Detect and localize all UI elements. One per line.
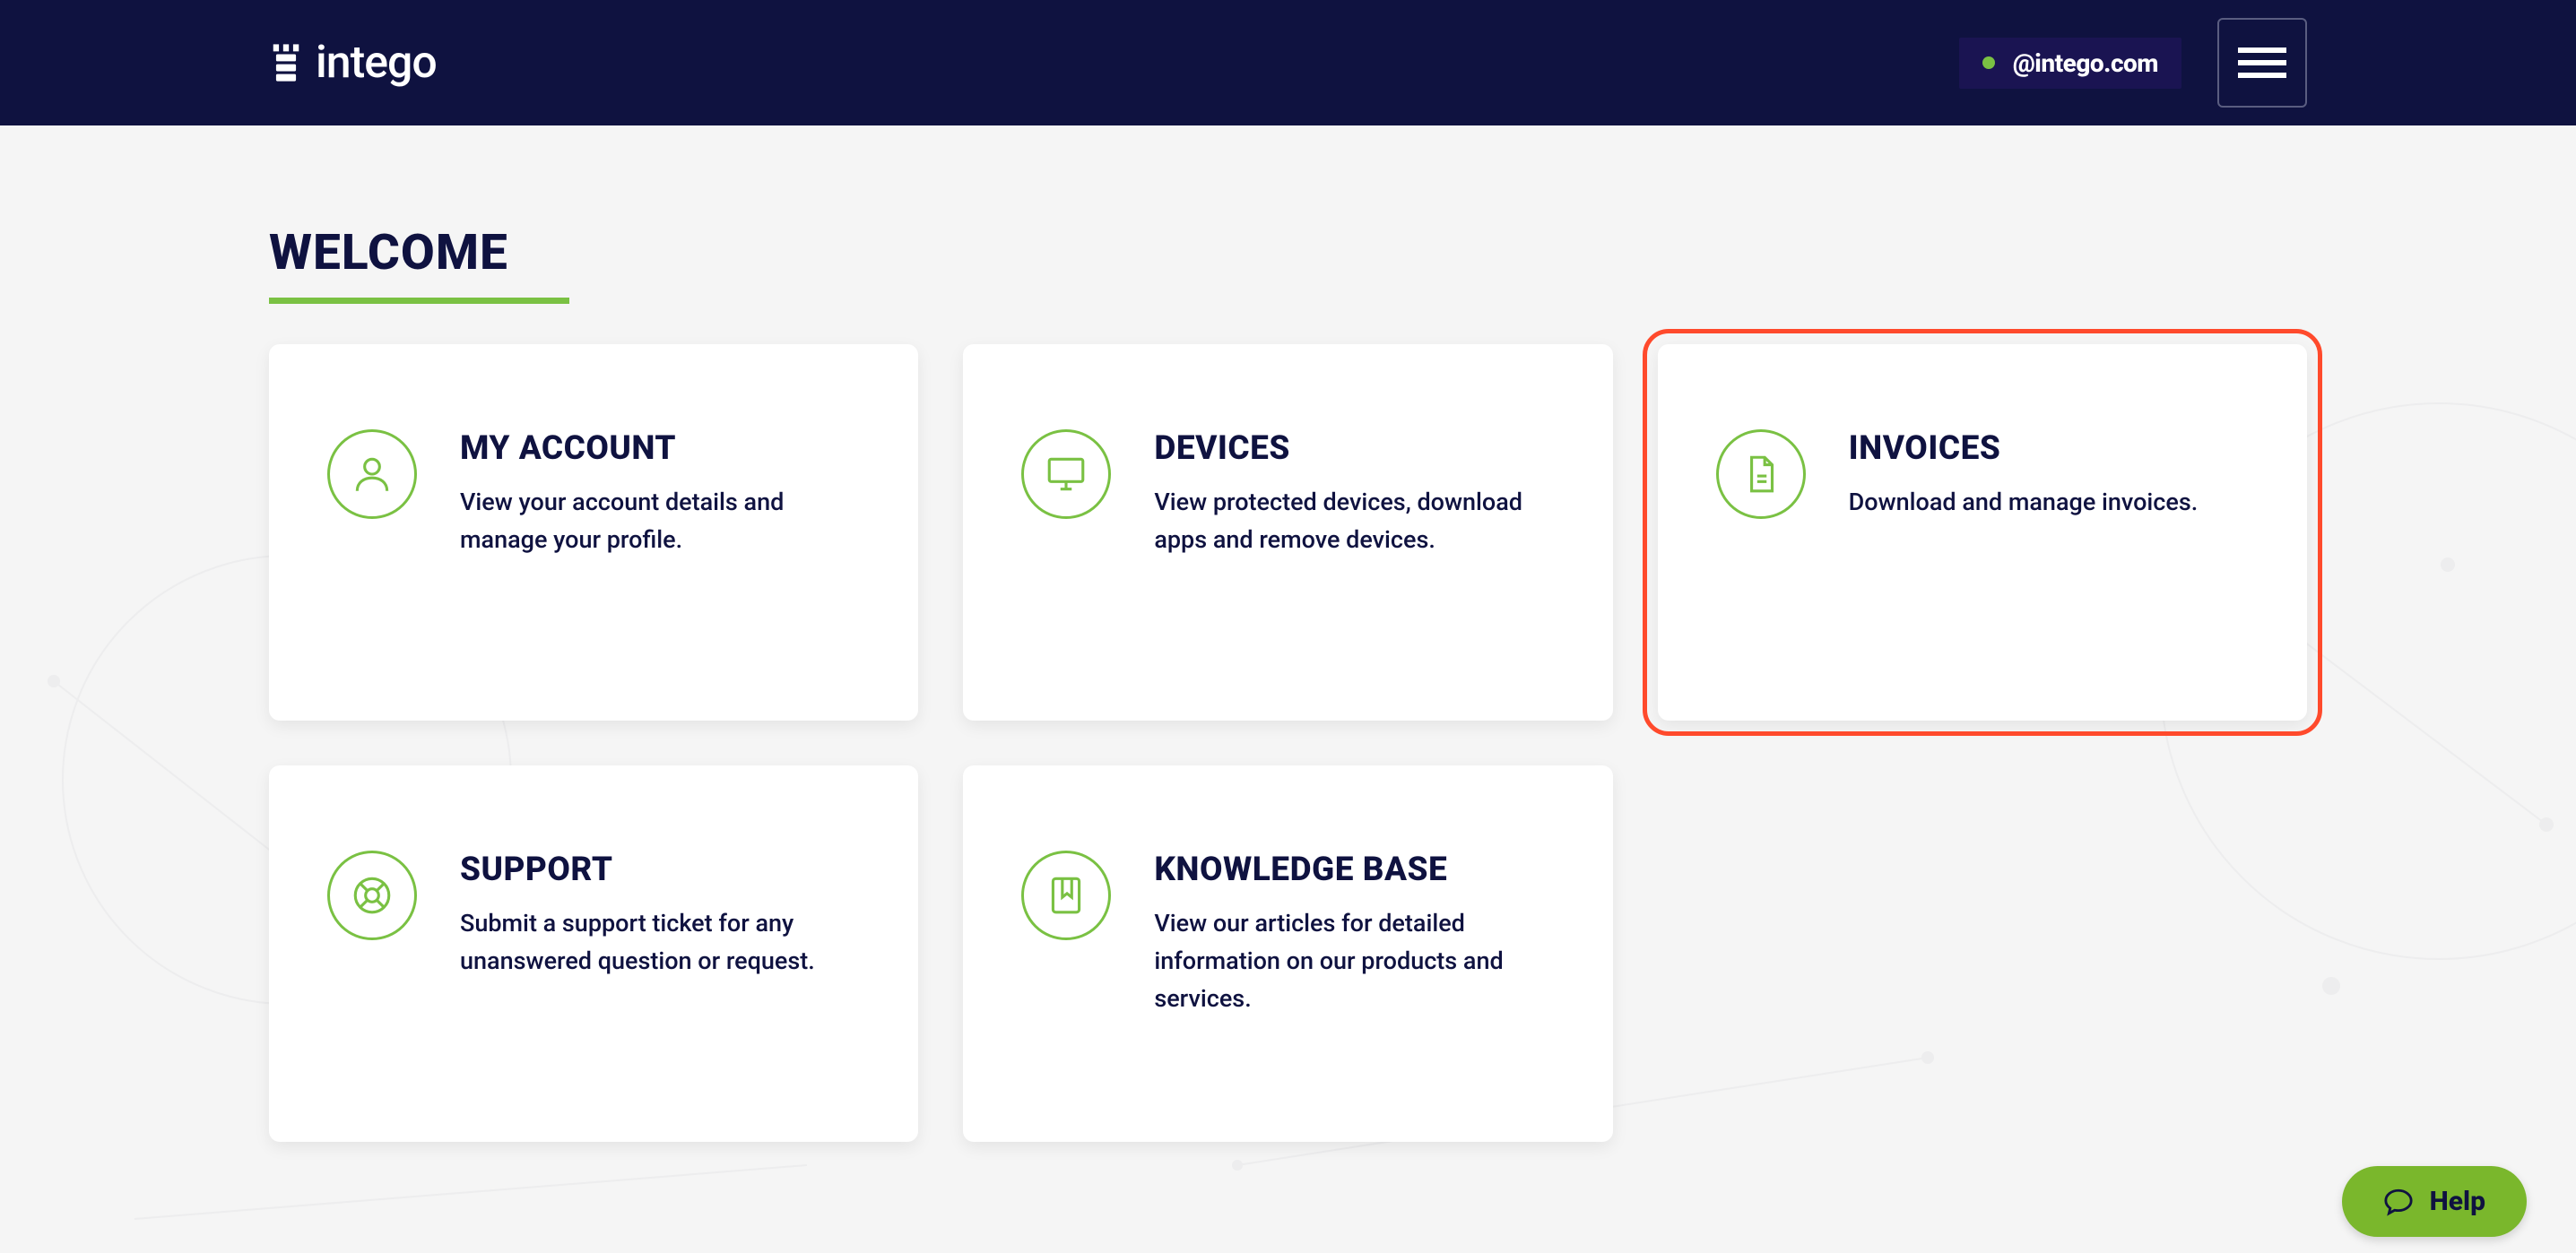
card-invoices[interactable]: INVOICES Download and manage invoices. bbox=[1658, 344, 2307, 721]
card-description: Submit a support ticket for any unanswer… bbox=[460, 905, 860, 981]
user-account-button[interactable]: @intego.com bbox=[1959, 38, 2181, 89]
brand-logo[interactable]: intego bbox=[269, 37, 437, 89]
card-description: Download and manage invoices. bbox=[1849, 484, 2199, 522]
card-description: View protected devices, download apps an… bbox=[1154, 484, 1554, 559]
intego-rook-icon bbox=[269, 41, 303, 84]
book-icon bbox=[1021, 851, 1111, 940]
user-icon bbox=[327, 429, 417, 519]
card-description: View your account details and manage you… bbox=[460, 484, 860, 559]
lifebuoy-icon bbox=[327, 851, 417, 940]
hamburger-icon bbox=[2237, 45, 2287, 81]
card-knowledge-base[interactable]: KNOWLEDGE BASE View our articles for det… bbox=[963, 765, 1612, 1142]
card-title: SUPPORT bbox=[460, 851, 860, 889]
chat-icon bbox=[2383, 1187, 2414, 1217]
card-title: DEVICES bbox=[1154, 429, 1554, 468]
main-menu-button[interactable] bbox=[2217, 18, 2307, 108]
card-title: INVOICES bbox=[1849, 429, 2199, 468]
card-title: KNOWLEDGE BASE bbox=[1154, 851, 1554, 889]
card-description: View our articles for detailed informati… bbox=[1154, 905, 1554, 1018]
help-label: Help bbox=[2430, 1186, 2485, 1217]
brand-name: intego bbox=[316, 37, 437, 89]
dashboard-page: WELCOME MY ACCOUNT View your account det… bbox=[0, 125, 2576, 1214]
monitor-icon bbox=[1021, 429, 1111, 519]
help-button[interactable]: Help bbox=[2342, 1166, 2527, 1237]
card-my-account[interactable]: MY ACCOUNT View your account details and… bbox=[269, 344, 918, 721]
presence-indicator-icon bbox=[1982, 56, 1995, 69]
document-icon bbox=[1716, 429, 1806, 519]
dashboard-cards-grid: MY ACCOUNT View your account details and… bbox=[269, 344, 2307, 1142]
page-title: WELCOME bbox=[269, 224, 569, 304]
app-header: intego @intego.com bbox=[0, 0, 2576, 125]
user-email: @intego.com bbox=[2013, 48, 2158, 78]
card-title: MY ACCOUNT bbox=[460, 429, 860, 468]
card-support[interactable]: SUPPORT Submit a support ticket for any … bbox=[269, 765, 918, 1142]
card-devices[interactable]: DEVICES View protected devices, download… bbox=[963, 344, 1612, 721]
